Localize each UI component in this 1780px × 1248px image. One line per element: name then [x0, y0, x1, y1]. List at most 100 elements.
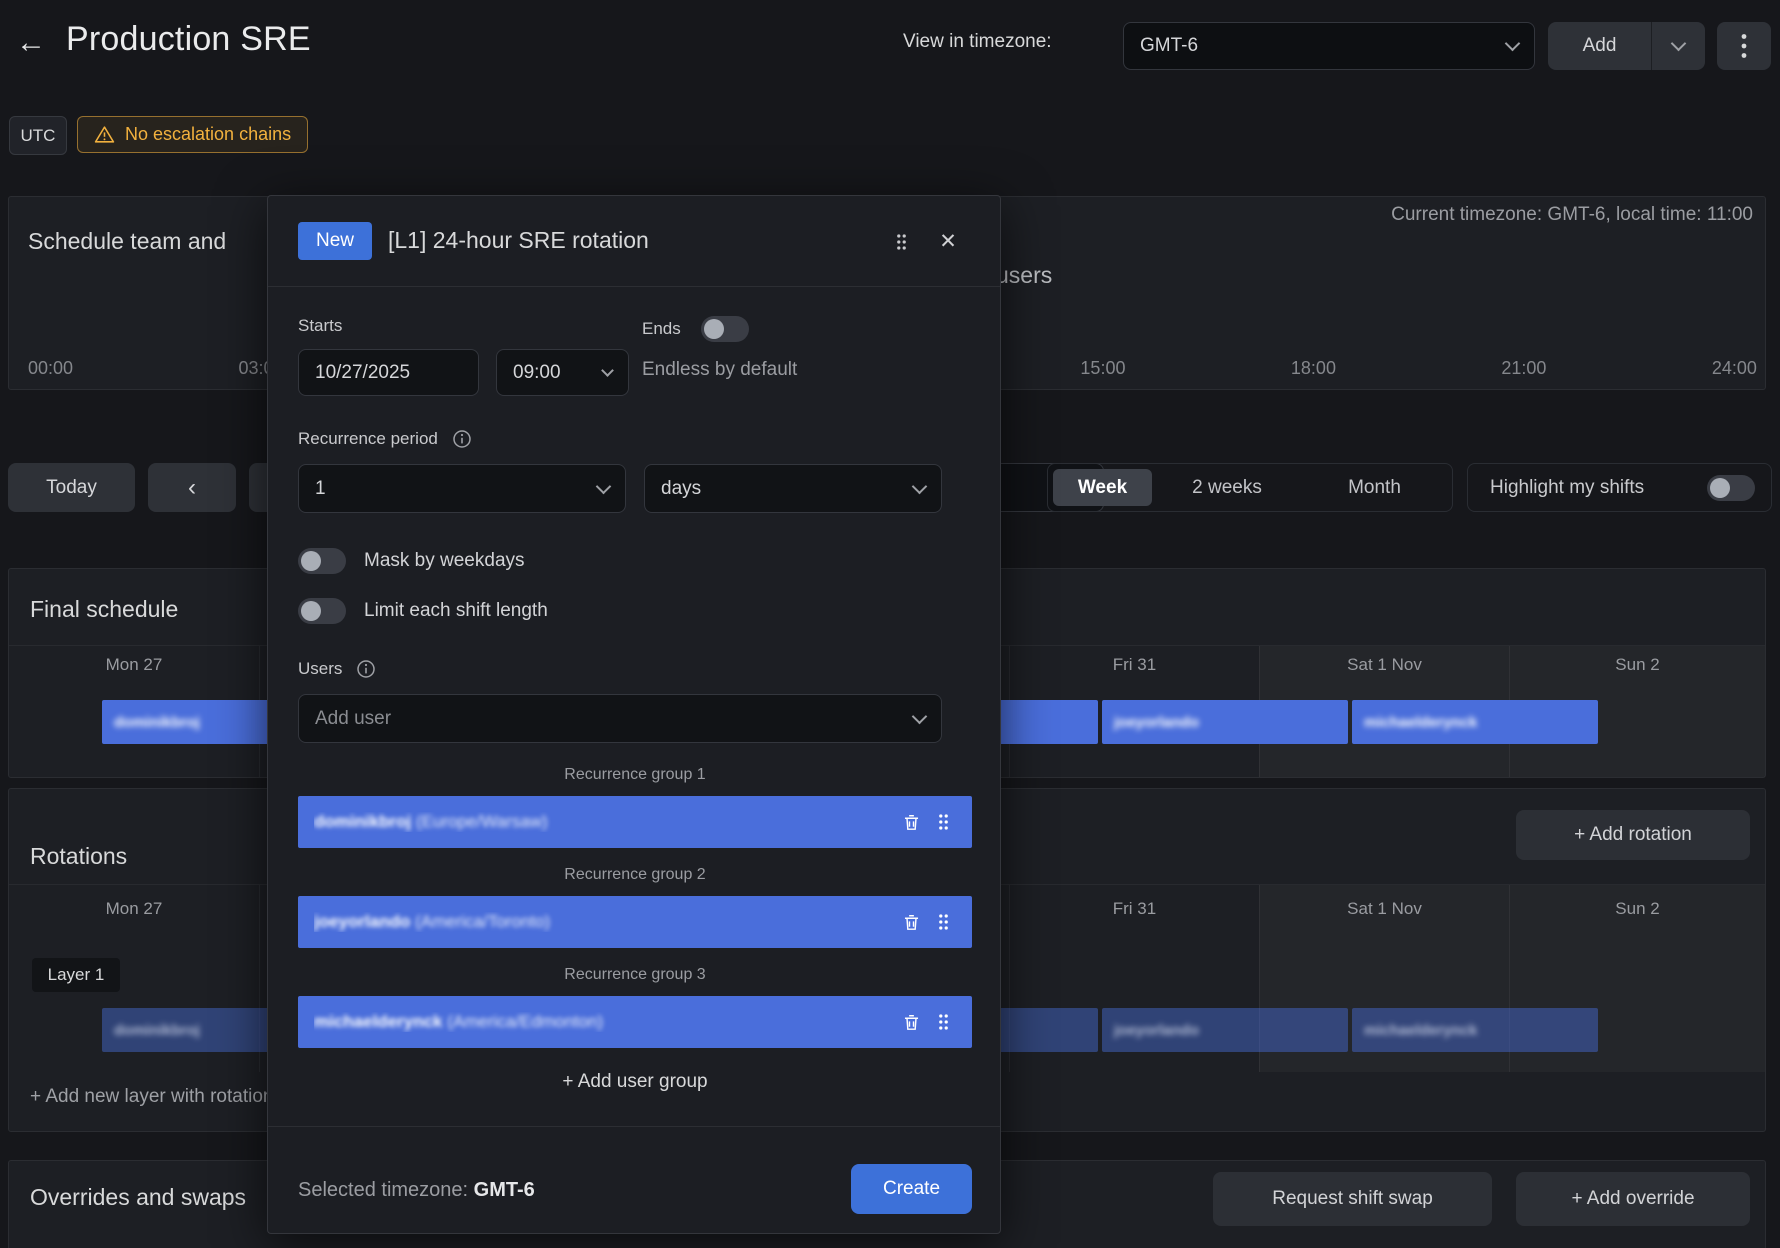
chevron-down-icon: [912, 708, 928, 724]
chevron-down-icon: [912, 478, 928, 494]
tab-2-weeks[interactable]: 2 weeks: [1152, 477, 1302, 499]
start-date-input[interactable]: 10/27/2025: [298, 349, 479, 396]
page-title: Production SRE: [66, 20, 311, 59]
toggle-knob: [301, 551, 321, 571]
mask-by-weekdays-label: Mask by weekdays: [364, 550, 525, 572]
delete-user-button[interactable]: [894, 907, 928, 937]
delete-user-button[interactable]: [894, 807, 928, 837]
user-group-row[interactable]: michaelderynck (America/Edmonton): [298, 996, 972, 1048]
user-group-row[interactable]: dominikbroj (Europe/Warsaw): [298, 796, 972, 848]
new-badge-label: New: [316, 230, 354, 252]
time-label: 21:00: [1501, 358, 1546, 379]
oncall-schedule-screen: ← Production SRE View in timezone: GMT-6…: [0, 0, 1780, 1248]
view-switcher: Week 2 weeks Month: [1047, 463, 1453, 512]
recurrence-group-label: Recurrence group 3: [268, 966, 1002, 984]
trash-icon: [902, 813, 921, 832]
ends-toggle[interactable]: [701, 316, 749, 342]
recurrence-header: Recurrence period: [298, 429, 472, 449]
warning-icon: [94, 125, 115, 144]
chevron-down-icon: [601, 364, 614, 377]
timezone-select[interactable]: GMT-6: [1123, 22, 1535, 70]
request-shift-swap-button[interactable]: Request shift swap: [1213, 1172, 1492, 1226]
selected-timezone-value: GMT-6: [474, 1179, 535, 1201]
add-user-group-link[interactable]: + Add user group: [268, 1071, 1002, 1093]
drag-handle-icon: [937, 912, 950, 932]
new-badge: New: [298, 222, 372, 260]
drag-user-handle[interactable]: [928, 1007, 958, 1037]
toggle-knob: [704, 319, 724, 339]
drag-user-handle[interactable]: [928, 807, 958, 837]
limit-shift-length-toggle[interactable]: [298, 598, 346, 624]
recurrence-period-label: Recurrence period: [298, 429, 438, 449]
tab-month[interactable]: Month: [1302, 477, 1447, 499]
add-dropdown-button[interactable]: [1651, 22, 1705, 70]
add-rotation-button[interactable]: + Add rotation: [1516, 810, 1750, 860]
start-time-select[interactable]: 09:00: [496, 349, 629, 396]
add-new-layer-link[interactable]: + Add new layer with rotation: [30, 1086, 273, 1108]
user-name: joeyorlando: [314, 912, 410, 931]
day-label: Sat 1 Nov: [1347, 899, 1422, 918]
time-label: 24:00: [1712, 358, 1757, 379]
ends-label: Ends: [642, 319, 681, 339]
shift-bar[interactable]: michaelderynck: [1352, 1008, 1598, 1052]
recurrence-value: 1: [315, 478, 326, 500]
shift-bar[interactable]: michaelderynck: [1352, 700, 1598, 744]
shift-bar-label: dominikbroj: [114, 1022, 200, 1039]
trash-icon: [902, 1013, 921, 1032]
recurrence-value-select[interactable]: 1: [298, 464, 626, 513]
highlight-my-shifts-control: Highlight my shifts: [1467, 463, 1772, 512]
close-icon[interactable]: ✕: [934, 226, 962, 256]
tab-week[interactable]: Week: [1053, 469, 1152, 506]
add-user-select[interactable]: Add user: [298, 694, 942, 743]
recurrence-group-label: Recurrence group 1: [268, 766, 1002, 784]
day-label: Fri 31: [1113, 899, 1156, 918]
shift-bar[interactable]: joeyorlando: [1102, 1008, 1348, 1052]
day-label: Mon 27: [106, 655, 163, 674]
modal-header: New [L1] 24-hour SRE rotation ✕: [268, 196, 1000, 287]
shift-bar-label: joeyorlando: [1114, 714, 1199, 731]
selected-timezone-text: Selected timezone: GMT-6: [298, 1179, 535, 1202]
kebab-menu-button[interactable]: [1717, 22, 1771, 70]
back-arrow-icon[interactable]: ←: [14, 24, 48, 62]
add-user-placeholder: Add user: [315, 708, 391, 730]
chevron-down-icon: [596, 478, 612, 494]
info-icon: [452, 429, 472, 449]
user-name: michaelderynck: [314, 1012, 443, 1031]
create-button[interactable]: Create: [851, 1164, 972, 1214]
today-button[interactable]: Today: [8, 463, 135, 512]
overrides-title: Overrides and swaps: [30, 1184, 246, 1211]
drag-handle-icon: [937, 1012, 950, 1032]
drag-user-handle[interactable]: [928, 907, 958, 937]
mask-by-weekdays-toggle[interactable]: [298, 548, 346, 574]
no-escalation-chains-badge[interactable]: No escalation chains: [77, 116, 308, 153]
users-label: Users: [298, 659, 342, 679]
current-timezone-text: Current timezone: GMT-6, local time: 11:…: [1391, 204, 1753, 226]
shift-bar[interactable]: joeyorlando: [1102, 700, 1348, 744]
limit-shift-length-row: Limit each shift length: [298, 598, 548, 624]
day-label: Mon 27: [106, 899, 163, 918]
add-override-button[interactable]: + Add override: [1516, 1172, 1750, 1226]
warning-badge-label: No escalation chains: [125, 124, 291, 145]
utc-badge-label: UTC: [21, 126, 56, 146]
delete-user-button[interactable]: [894, 1007, 928, 1037]
prev-week-button[interactable]: ‹: [148, 463, 236, 512]
add-button[interactable]: Add: [1548, 22, 1651, 70]
shift-bar-label: michaelderynck: [1364, 714, 1477, 731]
trash-icon: [902, 913, 921, 932]
view-in-timezone-label: View in timezone:: [903, 31, 1052, 53]
highlight-my-shifts-toggle[interactable]: [1707, 475, 1755, 501]
add-rotation-label: + Add rotation: [1574, 824, 1692, 846]
today-button-label: Today: [46, 477, 97, 499]
utc-badge: UTC: [9, 116, 67, 155]
modal-footer: Selected timezone: GMT-6 Create: [268, 1126, 1000, 1236]
day-label: Sat 1 Nov: [1347, 655, 1422, 674]
recurrence-group-label: Recurrence group 2: [268, 866, 1002, 884]
modal-drag-handle[interactable]: [890, 230, 912, 254]
layer-badge-label: Layer 1: [48, 965, 105, 985]
ends-control: Ends: [642, 316, 749, 342]
start-time-value: 09:00: [513, 362, 561, 384]
time-label: 18:00: [1291, 358, 1336, 379]
user-group-row[interactable]: joeyorlando (America/Toronto): [298, 896, 972, 948]
modal-title: [L1] 24-hour SRE rotation: [388, 227, 649, 254]
recurrence-unit-select[interactable]: days: [644, 464, 942, 513]
